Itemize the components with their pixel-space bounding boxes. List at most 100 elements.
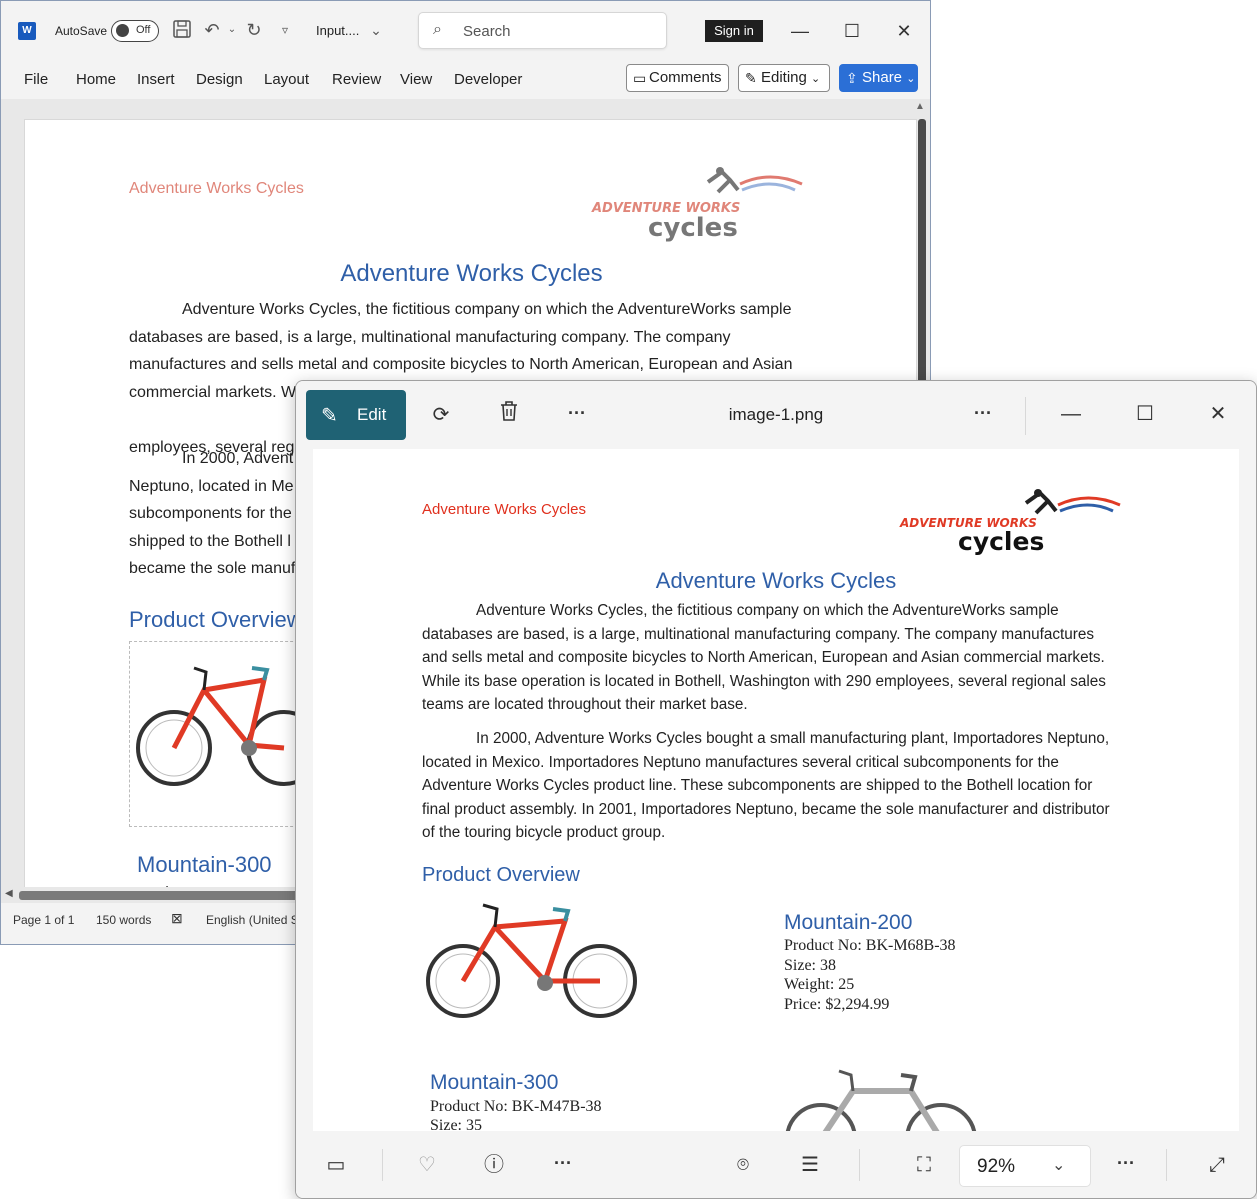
image-header-text: Adventure Works Cycles <box>422 501 586 518</box>
redo-icon[interactable]: ↻ <box>243 19 265 41</box>
search-placeholder: Search <box>463 23 511 40</box>
page-header-text: Adventure Works Cycles <box>129 180 304 197</box>
share-button[interactable]: ⇪ Share ⌄ <box>839 64 918 92</box>
logo-text-bottom: cycles <box>958 527 1044 556</box>
full-screen-icon[interactable]: ⤢ <box>1202 1150 1232 1180</box>
more-options-icon[interactable]: ··· <box>968 398 998 428</box>
paragraph-2-line-5: became the sole manuf <box>129 560 296 577</box>
visual-search-icon[interactable]: ⌾ <box>728 1150 758 1180</box>
tab-design[interactable]: Design <box>196 71 243 88</box>
share-icon: ⇪ <box>846 70 858 86</box>
toolbar-divider <box>382 1149 383 1181</box>
maximize-icon[interactable]: ☐ <box>1130 399 1160 429</box>
tab-insert[interactable]: Insert <box>137 71 175 88</box>
editing-label: Editing <box>761 69 807 86</box>
info-icon[interactable]: ⓘ <box>479 1150 509 1180</box>
filmstrip-icon[interactable]: ▭ <box>321 1150 351 1180</box>
tab-file[interactable]: File <box>24 71 48 88</box>
minimize-icon[interactable]: — <box>1056 399 1086 429</box>
file-name: image-1.png <box>728 405 824 424</box>
image-canvas[interactable]: Adventure Works Cycles ADVENTURE WORKS c… <box>313 449 1239 1131</box>
product-no: Product No: BK-M68B-38 <box>784 937 956 954</box>
pencil-icon: ✎ <box>745 70 757 86</box>
bicycle-image-silver <box>781 1069 981 1131</box>
tab-view[interactable]: View <box>400 71 432 88</box>
sign-in-button[interactable]: Sign in <box>705 20 763 42</box>
paragraph-2-line-4: shipped to the Bothell l <box>129 533 291 550</box>
undo-icon[interactable]: ↶ <box>201 19 223 41</box>
ribbon-tabs: File Home Insert Design Layout Review Vi… <box>1 61 930 99</box>
edit-button[interactable]: ✎ Edit <box>306 390 406 440</box>
search-icon: ⌕ <box>433 21 442 38</box>
section-heading: Product Overview <box>129 607 303 632</box>
chevron-down-icon: ⌄ <box>1052 1157 1066 1174</box>
proofing-icon[interactable]: ⊠ <box>171 910 183 927</box>
text-scan-icon[interactable]: ☰ <box>795 1150 825 1180</box>
product-size: Size: 38 <box>784 957 836 974</box>
rotate-icon[interactable]: ⟳ <box>426 400 456 430</box>
product-no: Product No: BK-M47B-38 <box>430 1098 602 1115</box>
tab-review[interactable]: Review <box>332 71 381 88</box>
scroll-up-icon[interactable]: ▲ <box>915 101 925 112</box>
share-label: Share <box>862 69 903 86</box>
word-count[interactable]: 150 words <box>96 913 151 927</box>
product-size: Size: 35 <box>430 1117 482 1131</box>
undo-dropdown-icon[interactable]: ⌄ <box>221 19 243 41</box>
tab-developer[interactable]: Developer <box>454 71 522 88</box>
product-weight: Weight: 25 <box>784 976 855 993</box>
toggle-knob <box>116 24 129 37</box>
zoom-value: 92% <box>977 1156 1016 1177</box>
more-options-icon[interactable]: ··· <box>1111 1148 1141 1178</box>
company-logo: ADVENTURE WORKS cycles <box>590 162 805 243</box>
photos-window: ✎ Edit ⟳ ··· image-1.png ··· — ☐ ✕ Adven… <box>295 380 1257 1199</box>
chevron-down-icon[interactable]: ⌄ <box>365 19 387 41</box>
editing-button[interactable]: ✎ Editing ⌄ <box>738 64 830 92</box>
zoom-select[interactable]: 92% ⌄ <box>959 1145 1091 1187</box>
product-price: Price: $2,294.99 <box>784 996 890 1013</box>
tab-home[interactable]: Home <box>76 71 116 88</box>
paragraph-2-line-2: Neptuno, located in Me <box>129 478 294 495</box>
language-status[interactable]: English (United St <box>206 913 302 927</box>
more-options-icon[interactable]: ··· <box>562 398 592 428</box>
toolbar-divider <box>1166 1149 1167 1181</box>
close-icon[interactable]: ✕ <box>891 18 917 44</box>
edit-image-icon: ✎ <box>321 405 338 427</box>
minimize-icon[interactable]: — <box>787 18 813 44</box>
document-name[interactable]: Input.... <box>316 23 359 38</box>
save-icon[interactable] <box>171 19 193 41</box>
product-name: Mountain-300 <box>137 852 272 877</box>
chevron-down-icon: ⌄ <box>906 73 916 85</box>
autosave-toggle[interactable]: Off <box>111 20 159 42</box>
comments-label: Comments <box>649 69 722 86</box>
word-app-icon: W <box>18 22 36 40</box>
autosave-state: Off <box>136 24 151 36</box>
scroll-left-icon[interactable]: ◀ <box>5 888 13 899</box>
comments-button[interactable]: ▭ Comments <box>626 64 729 92</box>
paragraph-2-line-3: subcomponents for the <box>129 505 292 522</box>
close-icon[interactable]: ✕ <box>1203 399 1233 429</box>
company-logo: ADVENTURE WORKS cycles <box>898 487 1123 557</box>
image-paragraph-1: Adventure Works Cycles, the fictitious c… <box>422 602 1106 713</box>
more-options-icon[interactable]: ··· <box>548 1148 578 1178</box>
bicycle-image-red <box>425 899 640 1029</box>
product-name: Mountain-300 <box>430 1071 559 1094</box>
svg-text:cycles: cycles <box>648 213 738 242</box>
autosave-label: AutoSave <box>55 24 108 38</box>
word-titlebar: W AutoSave Off ↶ ⌄ ↻ ▿ Input.... ⌄ ⌕ Sea… <box>1 1 930 61</box>
delete-icon[interactable] <box>494 400 524 430</box>
comment-icon: ▭ <box>633 70 647 86</box>
search-input[interactable]: ⌕ Search <box>418 12 667 49</box>
fit-to-window-icon[interactable]: ⛶ <box>909 1150 939 1180</box>
image-paragraph-2: In 2000, Adventure Works Cycles bought a… <box>422 730 1110 841</box>
page-title: Adventure Works Cycles <box>340 260 603 287</box>
product-name: Mountain-200 <box>784 911 913 934</box>
maximize-icon[interactable]: ☐ <box>839 18 865 44</box>
image-title: Adventure Works Cycles <box>655 568 897 593</box>
image-section-heading: Product Overview <box>422 864 580 886</box>
edit-label: Edit <box>357 405 387 424</box>
favorite-icon[interactable]: ♡ <box>412 1150 442 1180</box>
tab-layout[interactable]: Layout <box>264 71 309 88</box>
page-count[interactable]: Page 1 of 1 <box>13 913 74 927</box>
customize-toolbar-icon[interactable]: ▿ <box>274 19 296 41</box>
photos-toolbar: ✎ Edit ⟳ ··· image-1.png ··· — ☐ ✕ <box>296 381 1256 447</box>
